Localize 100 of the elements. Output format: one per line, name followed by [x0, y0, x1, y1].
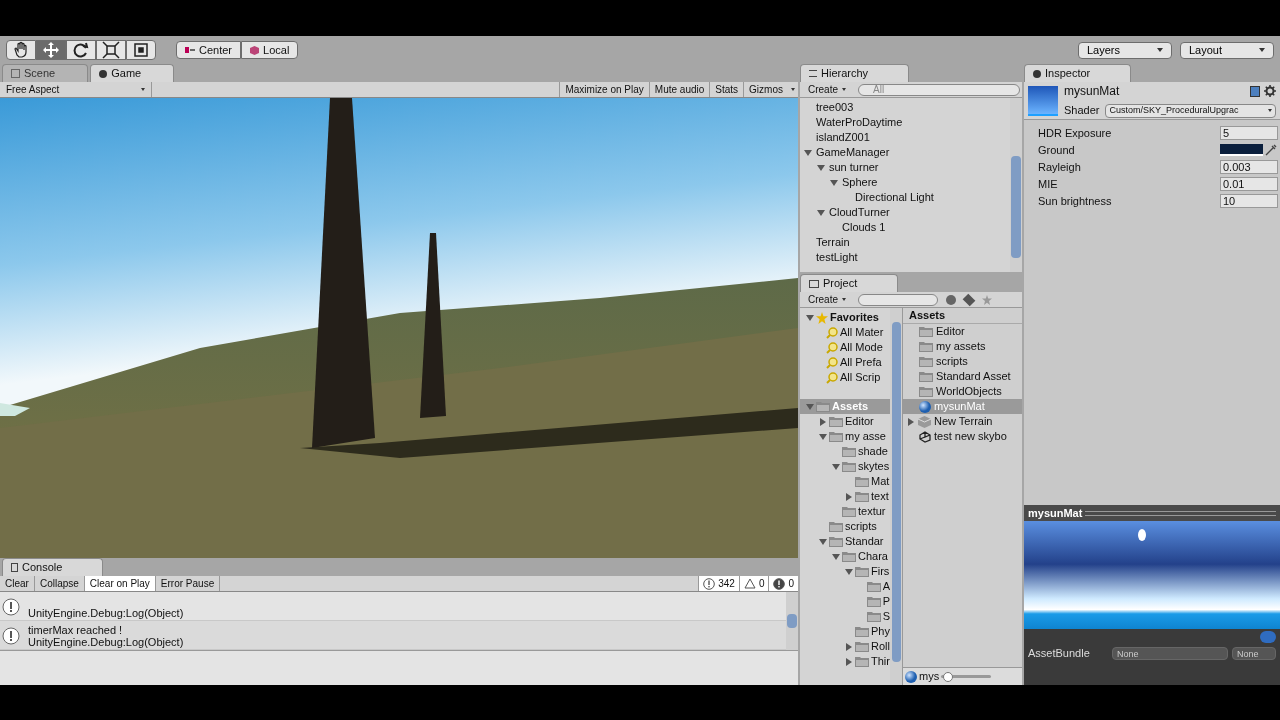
number-field[interactable]: 10: [1220, 194, 1278, 208]
material-name: mysunMat: [1064, 83, 1121, 101]
log-count-toggle[interactable]: 0: [768, 576, 798, 591]
layers-dropdown[interactable]: Layers: [1078, 41, 1172, 59]
tool-button[interactable]: [6, 40, 36, 60]
console-toolbar-button[interactable]: Collapse: [34, 576, 85, 591]
favorite-item[interactable]: All Prefa: [840, 354, 882, 371]
folder-label[interactable]: Roll: [871, 638, 890, 655]
log-text: timerMax reached !: [28, 624, 124, 636]
asset-item[interactable]: test new skybo: [903, 429, 1022, 444]
log-count-toggle[interactable]: 0: [738, 576, 769, 591]
console-toolbar-button[interactable]: Clear on Play: [84, 576, 156, 591]
folder-label[interactable]: S: [882, 608, 890, 625]
tree-item[interactable]: Terrain: [816, 234, 850, 251]
property-label: HDR Exposure: [1038, 125, 1113, 141]
view-tab[interactable]: Scene: [2, 64, 89, 82]
tree-item[interactable]: Clouds 1: [842, 219, 886, 236]
zoom-slider[interactable]: [941, 671, 992, 682]
assetbundle-dropdown[interactable]: None: [1112, 646, 1228, 660]
tool-button[interactable]: [96, 40, 126, 60]
folder-label[interactable]: Phy: [871, 623, 890, 640]
star-icon[interactable]: [982, 294, 992, 305]
list-title: Assets: [903, 308, 1022, 324]
game-toolbar-button[interactable]: Mute audio: [648, 82, 710, 97]
asset-item[interactable]: New Terrain: [903, 414, 1022, 429]
tree-item[interactable]: sun turner: [829, 159, 879, 176]
asset-item[interactable]: WorldObjects: [903, 384, 1022, 399]
asset-item[interactable]: Standard Asset: [903, 369, 1022, 384]
shader-dropdown[interactable]: Custom/SKY_ProceduralUpgrac: [1105, 103, 1276, 118]
scrollbar[interactable]: [890, 308, 902, 685]
pivot-button[interactable]: Center: [176, 41, 242, 59]
layout-dropdown[interactable]: Layout: [1180, 41, 1274, 59]
inspector-tab[interactable]: Inspector: [1024, 64, 1132, 82]
tool-button[interactable]: [66, 40, 96, 60]
favorite-item[interactable]: All Mater: [840, 324, 884, 341]
variant-dropdown[interactable]: None: [1232, 646, 1276, 660]
tree-item[interactable]: islandZ001: [816, 129, 870, 146]
folder-label[interactable]: shade: [858, 443, 888, 460]
tree-item[interactable]: testLight: [816, 249, 858, 266]
expand-arrow-icon[interactable]: [806, 313, 814, 322]
scrollbar[interactable]: [786, 592, 798, 650]
favorite-item[interactable]: All Scrip: [840, 369, 881, 386]
create-dropdown[interactable]: Create: [804, 292, 850, 307]
aspect-dropdown[interactable]: Free Aspect: [0, 82, 152, 97]
folder-label[interactable]: P: [882, 593, 890, 610]
number-field[interactable]: 0.003: [1220, 160, 1278, 174]
number-field[interactable]: 0.01: [1220, 177, 1278, 191]
color-swatch[interactable]: [1220, 144, 1263, 156]
search-field[interactable]: [858, 293, 938, 306]
folder-label[interactable]: Thir: [871, 653, 890, 670]
folder-label[interactable]: Standar: [845, 533, 884, 550]
favorite-item[interactable]: All Mode: [840, 339, 883, 356]
expand-arrow-icon[interactable]: [845, 492, 853, 501]
number-field[interactable]: 5: [1220, 126, 1278, 140]
tree-item[interactable]: Sphere: [842, 174, 878, 191]
folder-label[interactable]: A: [882, 578, 890, 595]
folder-label[interactable]: textur: [858, 503, 886, 520]
asset-item[interactable]: my assets: [903, 339, 1022, 354]
tool-button[interactable]: [126, 40, 156, 60]
console-tab[interactable]: Console: [2, 558, 104, 576]
scale-tool-icon: [102, 41, 120, 59]
folder-label[interactable]: my asse: [845, 428, 886, 445]
console-toolbar-button[interactable]: Error Pause: [155, 576, 221, 591]
tree-item[interactable]: WaterProDaytime: [816, 114, 903, 131]
project-tab[interactable]: Project: [800, 274, 899, 292]
folder-label[interactable]: scripts: [845, 518, 877, 535]
folder-label[interactable]: Mat: [871, 473, 890, 490]
game-toolbar-button[interactable]: Gizmos: [743, 82, 788, 97]
asset-item[interactable]: Editor: [903, 324, 1022, 339]
scrollbar[interactable]: [1010, 98, 1022, 272]
list-icon: [809, 70, 817, 77]
expand-arrow-icon[interactable]: [817, 208, 825, 217]
folder-label[interactable]: skytes: [858, 458, 890, 475]
settings-icon[interactable]: [1264, 85, 1276, 98]
game-toolbar-button[interactable]: Stats: [709, 82, 744, 97]
hierarchy-tab[interactable]: Hierarchy: [800, 64, 910, 82]
create-dropdown[interactable]: Create: [804, 82, 850, 97]
slider-thumb[interactable]: [943, 671, 954, 682]
pivot-button[interactable]: Local: [241, 41, 299, 59]
folder-label[interactable]: text: [871, 488, 889, 505]
view-tab[interactable]: Game: [90, 64, 175, 82]
game-toolbar-button[interactable]: Maximize on Play: [559, 82, 649, 97]
tree-item[interactable]: GameManager: [816, 144, 890, 161]
favorites-label[interactable]: Favorites: [830, 309, 879, 326]
log-entry[interactable]: timerMax reached ! UnityEngine.Debug:Log(Object): [0, 621, 786, 650]
property-label: MIE: [1038, 176, 1059, 192]
folder-label[interactable]: Editor: [845, 413, 874, 430]
expand-arrow-icon[interactable]: [832, 462, 840, 471]
tree-item[interactable]: tree003: [816, 99, 854, 116]
folder-label[interactable]: Firs: [871, 563, 890, 580]
console-toolbar-button[interactable]: Clear: [0, 576, 35, 591]
asset-item[interactable]: scripts: [903, 354, 1022, 369]
tree-item[interactable]: Directional Light: [855, 189, 934, 206]
tree-item[interactable]: CloudTurner: [829, 204, 890, 221]
expand-arrow-icon[interactable]: [907, 417, 915, 426]
property-label: Ground: [1038, 142, 1076, 158]
log-count-toggle[interactable]: 342: [698, 576, 739, 591]
folder-label[interactable]: Chara: [858, 548, 888, 565]
search-field[interactable]: All: [858, 83, 1020, 96]
eyedropper-icon[interactable]: [1265, 144, 1277, 156]
